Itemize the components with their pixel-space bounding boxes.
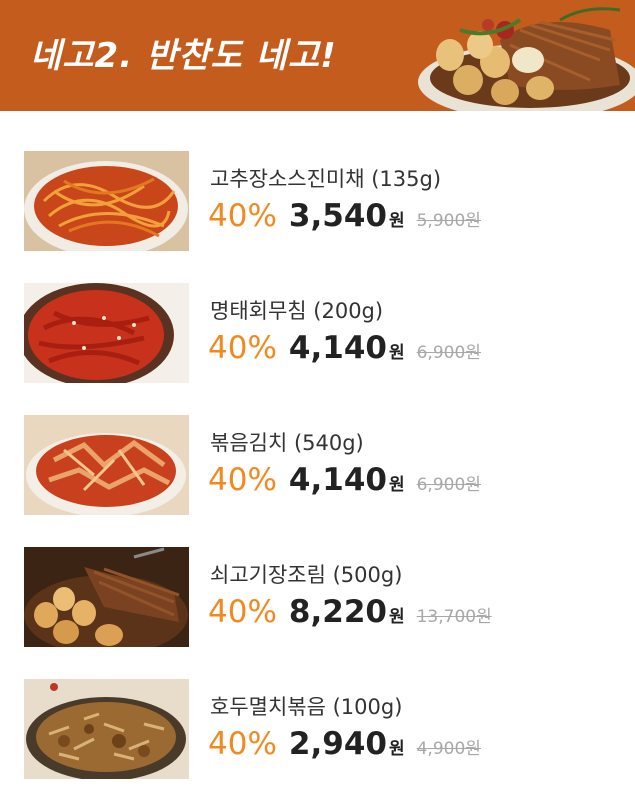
price-row: 40% 3,540 원 5,900원	[208, 198, 481, 234]
original-price: 6,900원	[416, 343, 481, 363]
walnut-anchovy-icon	[24, 679, 189, 779]
spicy-dried-squid-icon	[24, 151, 189, 251]
sale-price-unit: 원	[388, 343, 405, 363]
price-row: 40% 2,940 원 4,900원	[208, 726, 481, 762]
product-item[interactable]: 볶음김치 (540g) 40% 4,140 원 6,900원	[0, 415, 635, 515]
seasoned-pollock-icon	[24, 283, 189, 383]
discount-rate: 40%	[208, 330, 277, 366]
product-item[interactable]: 명태회무침 (200g) 40% 4,140 원 6,900원	[0, 283, 635, 383]
beef-jangjorim-icon	[24, 547, 189, 647]
product-name: 볶음김치 (540g)	[210, 431, 364, 455]
original-price: 13,700원	[416, 607, 492, 627]
discount-rate: 40%	[208, 594, 277, 630]
product-item[interactable]: 쇠고기장조림 (500g) 40% 8,220 원 13,700원	[0, 547, 635, 647]
product-name: 쇠고기장조림 (500g)	[210, 563, 403, 587]
price-row: 40% 8,220 원 13,700원	[208, 594, 492, 630]
sale-price-unit: 원	[388, 607, 405, 627]
discount-rate: 40%	[208, 462, 277, 498]
sale-price: 8,220	[288, 594, 387, 630]
original-price: 4,900원	[416, 739, 481, 759]
sale-price-unit: 원	[388, 475, 405, 495]
product-name: 명태회무침 (200g)	[210, 299, 384, 323]
promo-banner: 네고2. 반찬도 네고!	[0, 0, 635, 111]
sale-price: 3,540	[288, 198, 387, 234]
price-row: 40% 4,140 원 6,900원	[208, 330, 481, 366]
sale-price: 4,140	[288, 330, 387, 366]
braised-beef-eggs-icon	[410, 0, 635, 111]
sale-price-unit: 원	[388, 739, 405, 759]
product-item[interactable]: 호두멸치볶음 (100g) 40% 2,940 원 4,900원	[0, 679, 635, 779]
banner-title: 네고2. 반찬도 네고!	[30, 36, 337, 76]
sale-price: 2,940	[288, 726, 387, 762]
product-name: 고추장소스진미채 (135g)	[210, 167, 442, 191]
original-price: 6,900원	[416, 475, 481, 495]
product-name: 호두멸치볶음 (100g)	[210, 695, 403, 719]
discount-rate: 40%	[208, 198, 277, 234]
sale-price-unit: 원	[388, 211, 405, 231]
stir-fried-kimchi-icon	[24, 415, 189, 515]
discount-rate: 40%	[208, 726, 277, 762]
original-price: 5,900원	[416, 211, 481, 231]
price-row: 40% 4,140 원 6,900원	[208, 462, 481, 498]
product-item[interactable]: 고추장소스진미채 (135g) 40% 3,540 원 5,900원	[0, 151, 635, 251]
sale-price: 4,140	[288, 462, 387, 498]
